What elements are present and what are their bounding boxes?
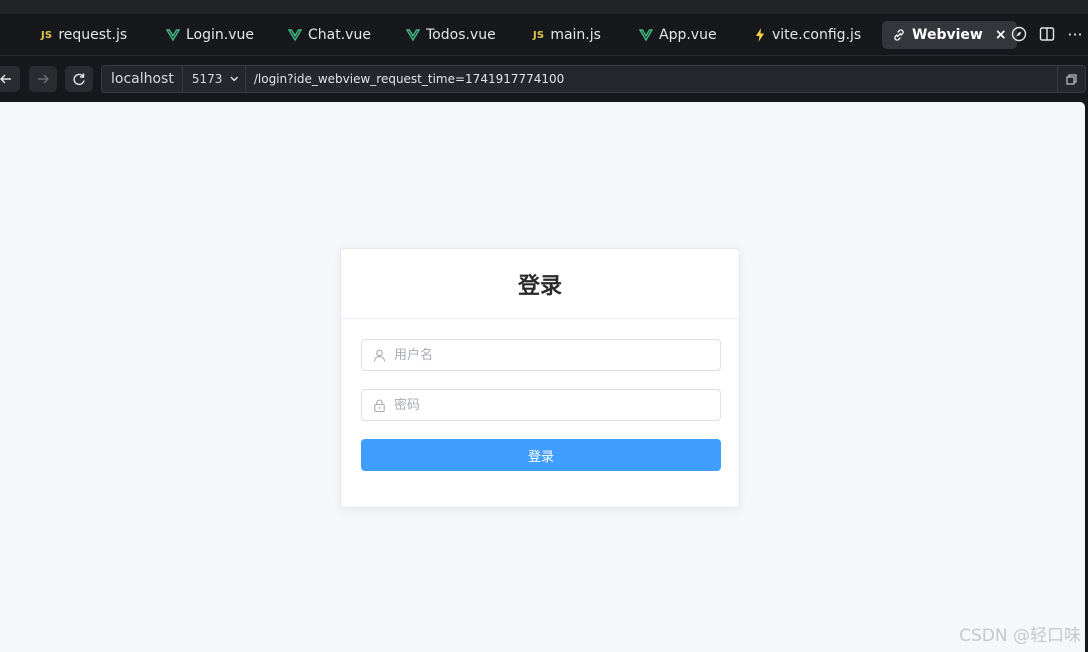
- address-bar[interactable]: localhost 5173 /login?ide_webview_reques…: [101, 65, 1086, 93]
- forward-button[interactable]: [29, 66, 57, 92]
- webview-content: 登录 登录 CSDN @轻口味: [0, 102, 1085, 652]
- tab-label: App.vue: [659, 27, 717, 43]
- port-value: 5173: [191, 72, 223, 86]
- reload-icon: [73, 73, 85, 86]
- arrow-left-icon: [0, 74, 11, 84]
- password-input[interactable]: [394, 390, 720, 420]
- tab-label: Webview: [912, 27, 983, 43]
- vue-file-icon: [639, 29, 653, 42]
- more-actions-icon[interactable]: ···: [1065, 24, 1085, 44]
- tab-label: Todos.vue: [426, 27, 496, 43]
- vue-file-icon: [406, 29, 420, 42]
- tab-request-js[interactable]: JS request.js: [41, 21, 127, 49]
- csdn-watermark: CSDN @轻口味: [959, 626, 1081, 646]
- user-icon: [373, 349, 386, 362]
- split-editor-icon[interactable]: [1037, 24, 1057, 44]
- tab-label: request.js: [58, 27, 128, 43]
- tab-label: Login.vue: [186, 27, 254, 43]
- window-top-strip: [0, 0, 1088, 14]
- url-host: localhost: [102, 66, 183, 92]
- compass-icon[interactable]: [1009, 24, 1029, 44]
- tab-label: vite.config.js: [772, 27, 862, 43]
- login-card: 登录 登录: [340, 248, 740, 508]
- username-input[interactable]: [394, 340, 720, 370]
- tab-vite-config-js[interactable]: vite.config.js: [754, 21, 861, 49]
- lock-icon: [374, 399, 385, 412]
- js-file-icon: JS: [41, 29, 53, 41]
- login-button[interactable]: 登录: [361, 439, 721, 471]
- arrow-right-icon: [38, 74, 49, 84]
- copy-url-button[interactable]: [1057, 66, 1085, 92]
- chevron-down-icon: [230, 76, 239, 82]
- tab-main-js[interactable]: JS main.js: [533, 21, 601, 49]
- tab-label: Chat.vue: [308, 27, 371, 43]
- login-title: 登录: [517, 273, 562, 299]
- tab-login-vue[interactable]: Login.vue: [166, 21, 254, 49]
- back-button[interactable]: [0, 66, 20, 92]
- port-select[interactable]: 5173: [183, 66, 246, 92]
- url-path-input[interactable]: /login?ide_webview_request_time=17419177…: [246, 72, 1057, 86]
- vue-file-icon: [166, 29, 180, 42]
- vite-bolt-icon: [756, 28, 764, 42]
- webview-nav-bar: localhost 5173 /login?ide_webview_reques…: [0, 57, 1088, 101]
- login-card-header: 登录: [341, 249, 739, 319]
- username-field[interactable]: [361, 339, 721, 371]
- tab-app-vue[interactable]: App.vue: [639, 21, 717, 49]
- tab-chat-vue[interactable]: Chat.vue: [288, 21, 371, 49]
- vue-file-icon: [288, 29, 302, 42]
- reload-button[interactable]: [65, 66, 93, 92]
- link-icon: [894, 29, 904, 41]
- close-icon[interactable]: ×: [995, 27, 1007, 43]
- js-file-icon: JS: [533, 29, 545, 41]
- tab-webview[interactable]: Webview ×: [882, 21, 1017, 49]
- copy-icon: [1066, 73, 1077, 85]
- editor-tab-bar: JS request.js Login.vue Chat.vue Todos.v…: [0, 14, 1088, 56]
- tab-label: main.js: [550, 27, 601, 43]
- password-field[interactable]: [361, 389, 721, 421]
- tab-todos-vue[interactable]: Todos.vue: [406, 21, 496, 49]
